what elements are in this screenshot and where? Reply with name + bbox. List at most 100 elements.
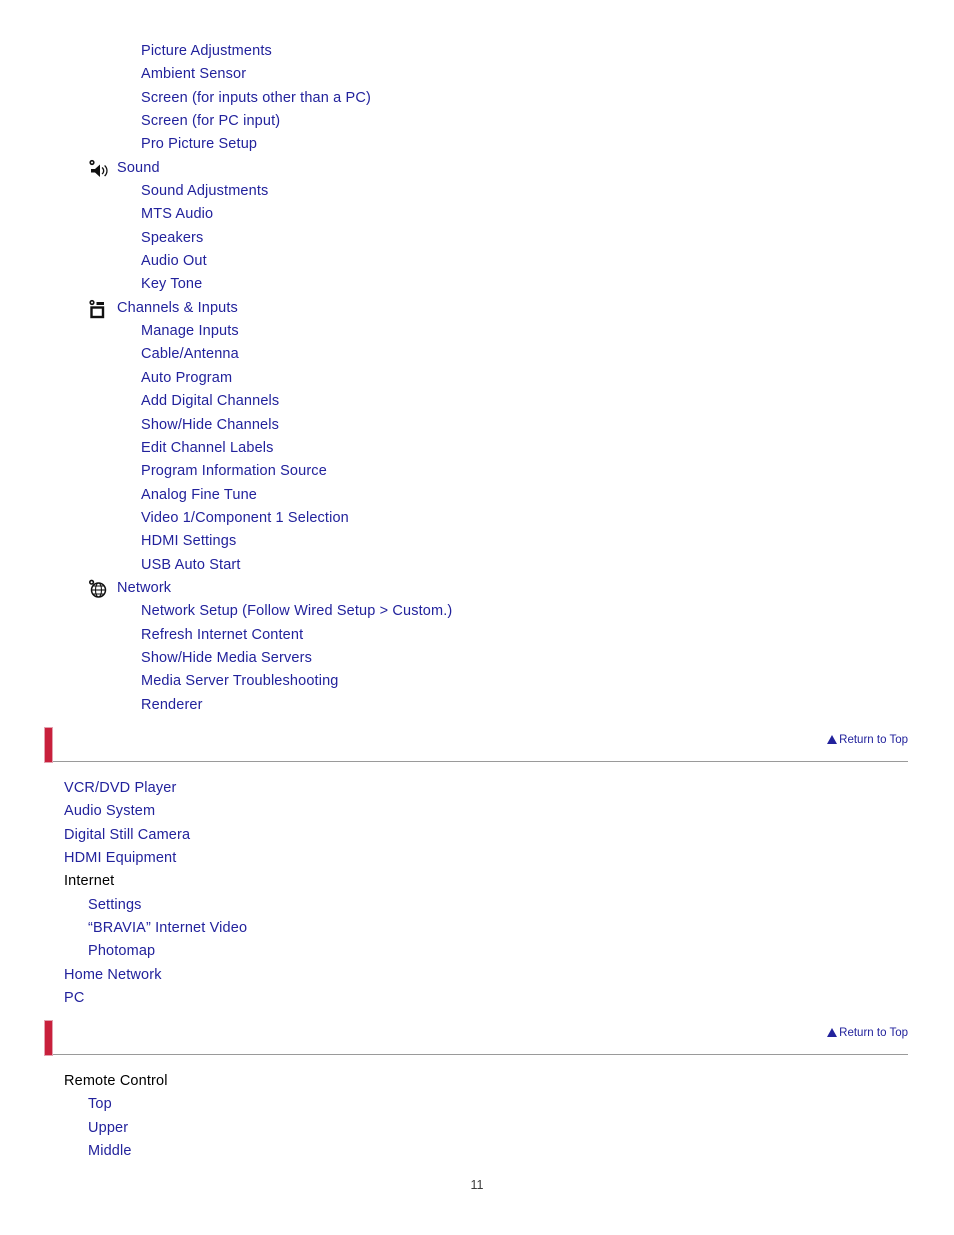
toc-section-devices: VCR/DVD Player Audio System Digital Still …	[0, 777, 954, 1010]
toc-link-speakers[interactable]: Speakers	[0, 230, 203, 246]
red-accent-bar	[44, 1020, 53, 1056]
toc-row: HDMI Equipment	[0, 847, 954, 870]
toc-link-video-1component-1-selection[interactable]: Video 1/Component 1 Selection	[0, 510, 349, 526]
toc-link-showhide-media-servers[interactable]: Show/Hide Media Servers	[0, 650, 312, 666]
toc-link-audio-system[interactable]: Audio System	[0, 803, 155, 819]
triangle-up-icon	[827, 733, 838, 749]
return-to-top-label: Return to Top	[839, 1027, 908, 1039]
toc-link-auto-program[interactable]: Auto Program	[0, 370, 232, 386]
toc-row: Auto Program	[0, 367, 954, 390]
toc-link-picture-adjustments[interactable]: Picture Adjustments	[0, 43, 272, 59]
toc-link-cableantenna[interactable]: Cable/Antenna	[0, 346, 239, 362]
toc-row: Ambient Sensor	[0, 63, 954, 86]
toc-row: Top	[0, 1093, 954, 1116]
toc-text-remote-control: Remote Control	[64, 1073, 168, 1089]
toc-row: Video 1/Component 1 Selection	[0, 507, 954, 530]
toc-row: Channels & Inputs	[0, 297, 954, 320]
toc-row: USB Auto Start	[0, 554, 954, 577]
toc-row: MTS Audio	[0, 203, 954, 226]
speaker-icon	[88, 159, 110, 179]
toc-link-add-digital-channels[interactable]: Add Digital Channels	[0, 393, 279, 409]
toc-link-screen-for-pc-input[interactable]: Screen (for PC input)	[0, 113, 280, 129]
toc-link-bravia-internet-video[interactable]: “BRAVIA” Internet Video	[0, 920, 247, 936]
toc-row: Middle	[0, 1140, 954, 1163]
toc-row: Program Information Source	[0, 460, 954, 483]
toc-row: Internet	[0, 870, 954, 893]
toc-row: Network Setup (Follow Wired Setup > Cust…	[0, 600, 954, 623]
toc-link-renderer[interactable]: Renderer	[0, 697, 203, 713]
toc-link-screen-for-inputs-other-than-a-pc[interactable]: Screen (for inputs other than a PC)	[0, 90, 371, 106]
toc-row: Show/Hide Channels	[0, 414, 954, 437]
toc-link-program-information-source[interactable]: Program Information Source	[0, 463, 327, 479]
toc-link-refresh-internet-content[interactable]: Refresh Internet Content	[0, 627, 303, 643]
toc-row: VCR/DVD Player	[0, 777, 954, 800]
toc-row: Digital Still Camera	[0, 824, 954, 847]
globe-icon	[88, 579, 110, 599]
toc-link-channels-inputs[interactable]: Channels & Inputs	[0, 300, 238, 316]
toc-row: Analog Fine Tune	[0, 484, 954, 507]
toc-row: Sound	[0, 157, 954, 180]
toc-row: Audio System	[0, 800, 954, 823]
toc-link-home-network[interactable]: Home Network	[0, 967, 162, 983]
toc-row: Remote Control	[0, 1070, 954, 1093]
toc-row: Sound Adjustments	[0, 180, 954, 203]
toc-row: Network	[0, 577, 954, 600]
toc-link-top[interactable]: Top	[0, 1096, 112, 1112]
toc-row: Manage Inputs	[0, 320, 954, 343]
toc-link-key-tone[interactable]: Key Tone	[0, 276, 202, 292]
toc-text-internet: Internet	[64, 873, 115, 890]
toc-row: Show/Hide Media Servers	[0, 647, 954, 670]
section-separator-1: Return to Top	[0, 727, 954, 771]
toc-row: Home Network	[0, 964, 954, 987]
toc-link-analog-fine-tune[interactable]: Analog Fine Tune	[0, 487, 257, 503]
red-accent-bar	[44, 727, 53, 763]
toc-link-usb-auto-start[interactable]: USB Auto Start	[0, 557, 241, 573]
toc-link-photomap[interactable]: Photomap	[0, 943, 155, 959]
toc-row: Screen (for PC input)	[0, 110, 954, 133]
return-to-top-link-1[interactable]: Return to Top	[827, 732, 908, 748]
horizontal-rule	[53, 1054, 908, 1055]
toc-section-settings: Picture Adjustments Ambient Sensor Screen …	[0, 40, 954, 717]
toc-row: Add Digital Channels	[0, 390, 954, 413]
document-page: Picture Adjustments Ambient Sensor Screen …	[0, 0, 954, 1235]
toc-row: Audio Out	[0, 250, 954, 273]
toc-link-pro-picture-setup[interactable]: Pro Picture Setup	[0, 136, 257, 152]
toc-link-media-server-troubleshooting[interactable]: Media Server Troubleshooting	[0, 673, 339, 689]
toc-link-audio-out[interactable]: Audio Out	[0, 253, 207, 269]
toc-link-ambient-sensor[interactable]: Ambient Sensor	[0, 66, 246, 82]
toc-row: Screen (for inputs other than a PC)	[0, 87, 954, 110]
toc-link-manage-inputs[interactable]: Manage Inputs	[0, 323, 239, 339]
toc-link-middle[interactable]: Middle	[0, 1143, 132, 1159]
section-separator-2: Return to Top	[0, 1020, 954, 1064]
toc-link-hdmi-settings[interactable]: HDMI Settings	[0, 533, 236, 549]
toc-link-upper[interactable]: Upper	[0, 1120, 128, 1136]
horizontal-rule	[53, 761, 908, 762]
toc-link-sound-adjustments[interactable]: Sound Adjustments	[0, 183, 268, 199]
input-box-icon	[88, 299, 110, 319]
toc-row: Settings	[0, 894, 954, 917]
return-to-top-label: Return to Top	[839, 734, 908, 746]
toc-row: Upper	[0, 1117, 954, 1140]
triangle-up-icon	[827, 1026, 838, 1042]
toc-section-parts: Remote Control Top Upper Middle	[0, 1070, 954, 1163]
toc-link-showhide-channels[interactable]: Show/Hide Channels	[0, 417, 279, 433]
return-to-top-link-2[interactable]: Return to Top	[827, 1025, 908, 1041]
toc-row: Photomap	[0, 940, 954, 963]
toc-row: Pro Picture Setup	[0, 133, 954, 156]
toc-link-sound[interactable]: Sound	[0, 160, 160, 176]
toc-link-settings[interactable]: Settings	[0, 897, 142, 913]
toc-link-network-setup-follow-wired-setup-custom[interactable]: Network Setup (Follow Wired Setup > Cust…	[0, 603, 452, 619]
toc-link-edit-channel-labels[interactable]: Edit Channel Labels	[0, 440, 274, 456]
toc-row: “BRAVIA” Internet Video	[0, 917, 954, 940]
toc-row: Speakers	[0, 227, 954, 250]
toc-link-digital-still-camera[interactable]: Digital Still Camera	[0, 827, 190, 843]
toc-link-network[interactable]: Network	[0, 580, 171, 596]
page-number: 11	[470, 1178, 484, 1192]
toc-link-hdmi-equipment[interactable]: HDMI Equipment	[0, 850, 176, 866]
toc-link-pc[interactable]: PC	[0, 990, 84, 1006]
toc-link-vcrdvd-player[interactable]: VCR/DVD Player	[0, 780, 176, 796]
toc-row: Media Server Troubleshooting	[0, 670, 954, 693]
toc-link-mts-audio[interactable]: MTS Audio	[0, 206, 213, 222]
toc-row: PC	[0, 987, 954, 1010]
toc-row: Refresh Internet Content	[0, 624, 954, 647]
